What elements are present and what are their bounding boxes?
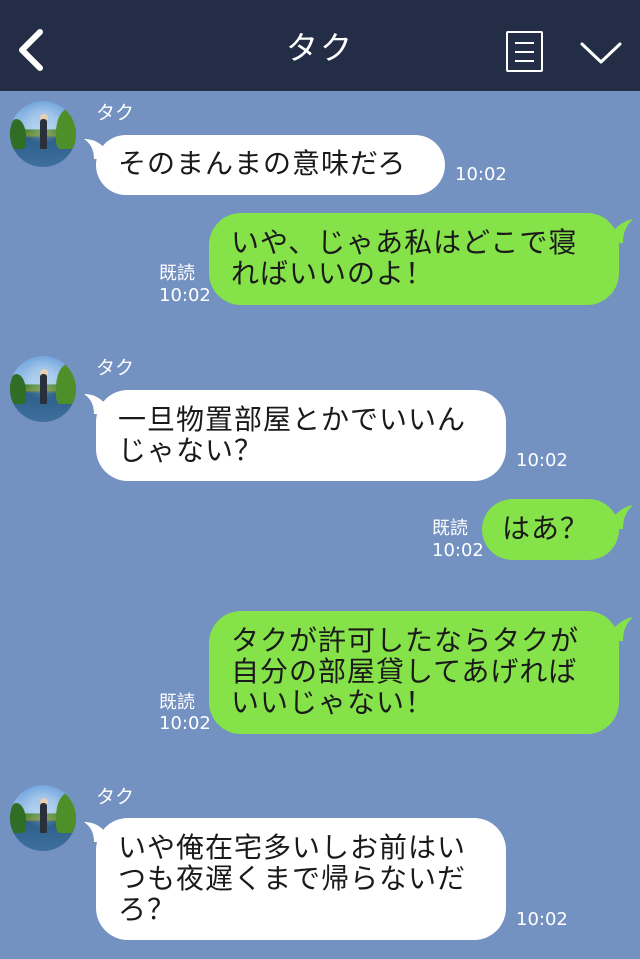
sender-name: タク [96,102,135,124]
incoming-message-bubble[interactable]: 一旦物置部屋とかでいいん じゃない？ [84,390,506,481]
message-text: いや、じゃあ私はどこで寝 [231,226,578,259]
message-text: はあ？ [502,512,590,545]
message-text: つも夜遅くまで帰らないだ [118,862,467,895]
message-text: タクが許可したならタクが [231,624,580,657]
avatar[interactable] [10,101,76,167]
message-text: いいじゃない！ [231,686,435,719]
message-text: ればいいのよ！ [231,257,435,290]
menu-button[interactable] [506,31,543,72]
message-text: いや俺在宅多いしお前はい [118,831,467,864]
chat-title: タク [285,29,354,67]
outgoing-message-bubble[interactable]: タクが許可したならタクが 自分の部屋貸してあげれば いいじゃない！ [209,611,633,734]
read-receipt: 既読 [432,518,468,539]
message-text: 一旦物置部屋とかでいいん [118,403,467,436]
message-text: そのまんまの意味だろ [118,147,407,180]
chevron-down-icon [580,42,622,64]
outgoing-message-bubble[interactable]: いや、じゃあ私はどこで寝 ればいいのよ！ [209,213,633,305]
message-text: ろ？ [118,893,177,926]
outgoing-message-bubble[interactable]: はあ？ [482,499,633,560]
message-time: 10:02 [516,909,568,930]
collapse-button[interactable] [578,36,624,70]
chat-header: タク [0,0,640,91]
message-text: じゃない？ [118,434,264,467]
incoming-message-bubble[interactable]: いや俺在宅多いしお前はい つも夜遅くまで帰らないだ ろ？ [84,818,506,940]
message-time: 10:02 [432,540,484,561]
message-time: 10:02 [455,164,507,185]
message-text: 自分の部屋貸してあげれば [231,655,578,688]
sender-name: タク [96,357,135,379]
message-time: 10:02 [159,713,211,734]
sender-name: タク [96,786,135,808]
incoming-message-bubble[interactable]: そのまんまの意味だろ [84,135,445,195]
document-list-icon [515,42,534,44]
message-time: 10:02 [159,285,211,306]
read-receipt: 既読 [159,263,195,284]
avatar[interactable] [10,785,76,851]
read-receipt: 既読 [159,692,195,713]
avatar[interactable] [10,356,76,422]
message-time: 10:02 [516,450,568,471]
